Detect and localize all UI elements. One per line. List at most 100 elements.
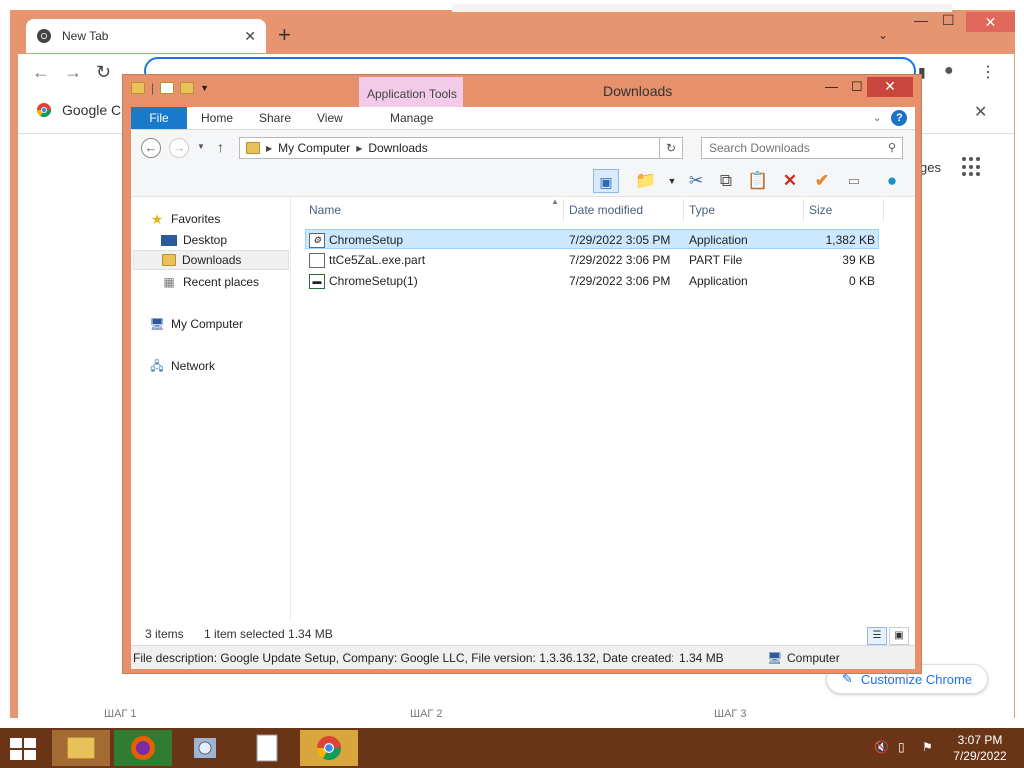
recent-locations-icon[interactable]: ▼ (197, 142, 205, 151)
new-tab-button[interactable]: + (278, 24, 291, 46)
media-player-icon (194, 738, 216, 758)
tab-search-dropdown-icon[interactable]: ⌄ (878, 28, 888, 42)
column-header-size[interactable]: Size (809, 203, 832, 217)
check-icon[interactable]: ✔ (809, 169, 835, 193)
nav-my-computer[interactable]: 🖥 My Computer (149, 314, 243, 334)
tab-manage[interactable]: Manage (390, 111, 433, 125)
folder-options-icon[interactable]: 📁 (633, 169, 659, 193)
bookmark-google[interactable]: Google C (36, 102, 121, 118)
forward-arrow-icon[interactable]: → (64, 62, 82, 83)
globe-icon[interactable]: ● (879, 169, 905, 193)
start-button[interactable] (10, 738, 38, 760)
search-box[interactable]: ⚲ (701, 137, 903, 159)
breadcrumb-my-computer[interactable]: My Computer (278, 141, 350, 155)
rename-icon[interactable]: ▭ (841, 169, 867, 193)
search-icon[interactable]: ⚲ (888, 141, 896, 154)
explorer-body: ★ Favorites Desktop Downloads ▦ Recent p… (131, 197, 915, 621)
sort-ascending-icon: ▲ (551, 197, 559, 206)
properties-icon[interactable] (160, 82, 175, 94)
chrome-minimize-icon[interactable]: — (914, 12, 928, 28)
taskbar-file-explorer[interactable] (52, 730, 110, 766)
back-arrow-icon[interactable]: ← (32, 62, 50, 83)
qat-dropdown-icon[interactable]: ▼ (200, 83, 209, 93)
chrome-tab-new-tab[interactable]: New Tab ✕ (26, 19, 266, 53)
tab-file[interactable]: File (131, 107, 187, 129)
nav-recent-places[interactable]: ▦ Recent places (161, 272, 259, 292)
forward-button[interactable]: → (169, 138, 189, 158)
nav-network[interactable]: 🖧 Network (149, 356, 215, 376)
file-size: 39 KB (842, 253, 875, 267)
ribbon-expand-icon[interactable]: ⌄ (873, 113, 881, 124)
tab-view[interactable]: View (317, 111, 343, 125)
star-icon: ★ (150, 211, 164, 227)
file-type: PART File (689, 253, 743, 267)
chrome-logo-icon (37, 29, 51, 43)
taskbar-clock[interactable]: 3:07 PM 7/29/2022 (948, 732, 1012, 764)
file-explorer-icon (67, 737, 95, 759)
large-icons-view-icon[interactable]: ▣ (889, 627, 909, 645)
recent-places-icon: ▦ (163, 275, 175, 289)
close-icon[interactable]: ✕ (867, 77, 913, 97)
action-center-icon[interactable]: ⚑ (922, 740, 933, 754)
tab-share[interactable]: Share (259, 111, 291, 125)
options-dropdown-icon[interactable]: ▼ (659, 169, 685, 193)
nav-desktop[interactable]: Desktop (161, 230, 227, 250)
file-row[interactable]: ▬ ChromeSetup(1) 7/29/2022 3:06 PM Applic… (305, 271, 879, 291)
column-header-date[interactable]: Date modified (569, 203, 643, 217)
new-folder-icon[interactable] (180, 82, 195, 94)
taskbar-firefox[interactable] (114, 730, 172, 766)
delete-icon[interactable]: ✕ (777, 169, 803, 193)
breadcrumb-downloads[interactable]: Downloads (368, 141, 427, 155)
tab-title: New Tab (62, 29, 109, 43)
chrome-maximize-icon[interactable]: ☐ (942, 12, 955, 29)
nav-downloads[interactable]: Downloads (133, 250, 289, 270)
chrome-close-icon[interactable]: ✕ (966, 12, 1015, 32)
bookmark-bar-close-icon[interactable]: ✕ (974, 102, 987, 122)
quick-access-toolbar: | ▼ (131, 81, 209, 95)
google-apps-icon[interactable] (962, 157, 982, 177)
shortcut-label[interactable]: ШАГ 3 (714, 708, 747, 720)
network-tray-icon[interactable]: ▯ (898, 740, 905, 754)
file-list: ▲ Name Date modified Type Size ⚙ ChromeSe… (301, 197, 915, 621)
maximize-icon[interactable]: ☐ (851, 79, 863, 95)
file-name: ChromeSetup(1) (329, 274, 418, 288)
column-header-name[interactable]: Name (309, 203, 341, 217)
navigation-pane: ★ Favorites Desktop Downloads ▦ Recent p… (131, 197, 291, 621)
shortcut-label[interactable]: ШАГ 1 (104, 708, 137, 720)
column-header-type[interactable]: Type (689, 203, 715, 217)
clock-date: 7/29/2022 (953, 749, 1007, 763)
address-bar[interactable]: ▶ My Computer ▶ Downloads ⌄ (239, 137, 683, 159)
firefox-icon (131, 736, 155, 760)
taskbar-media[interactable] (176, 730, 234, 766)
copy-icon[interactable]: ⧉ (713, 169, 739, 193)
back-button[interactable]: ← (141, 138, 161, 158)
status-bar: 3 items 1 item selected 1.34 MB ☰ ▣ (131, 621, 915, 645)
taskbar-notepad[interactable] (238, 730, 296, 766)
refresh-icon[interactable]: ↻ (659, 137, 683, 159)
chrome-menu-icon[interactable]: ⋮ (980, 62, 996, 82)
cut-icon[interactable]: ✂ (683, 169, 709, 193)
file-date: 7/29/2022 3:05 PM (569, 233, 671, 247)
nav-label: Recent places (183, 275, 260, 289)
tab-home[interactable]: Home (201, 111, 233, 125)
volume-muted-icon[interactable]: 🔇 (874, 740, 889, 754)
images-link[interactable]: ges (920, 160, 941, 175)
help-icon[interactable]: ? (891, 110, 908, 126)
shortcut-label[interactable]: ШАГ 2 (410, 708, 443, 720)
minimize-icon[interactable]: — (825, 79, 838, 94)
up-arrow-icon[interactable]: ↑ (217, 139, 224, 155)
file-row[interactable]: ⚙ ChromeSetup 7/29/2022 3:05 PM Applicati… (305, 229, 879, 249)
search-input[interactable] (702, 138, 872, 158)
nav-favorites[interactable]: ★ Favorites (149, 209, 221, 229)
preview-pane-icon[interactable]: ▣ (593, 169, 619, 193)
installer-icon: ⚙ (309, 233, 325, 249)
file-row[interactable]: ttCe5ZaL.exe.part 7/29/2022 3:06 PM PART… (305, 250, 879, 270)
explorer-titlebar[interactable]: | ▼ Application Tools Downloads — ☐ ✕ (123, 75, 923, 121)
tab-close-icon[interactable]: ✕ (244, 28, 256, 45)
profile-avatar-icon[interactable]: ● (944, 62, 954, 80)
details-view-icon[interactable]: ☰ (867, 627, 887, 645)
taskbar-chrome[interactable] (300, 730, 358, 766)
google-chrome-icon (36, 103, 52, 118)
reload-icon[interactable]: ↻ (96, 62, 111, 83)
paste-icon[interactable]: 📋 (745, 169, 771, 193)
